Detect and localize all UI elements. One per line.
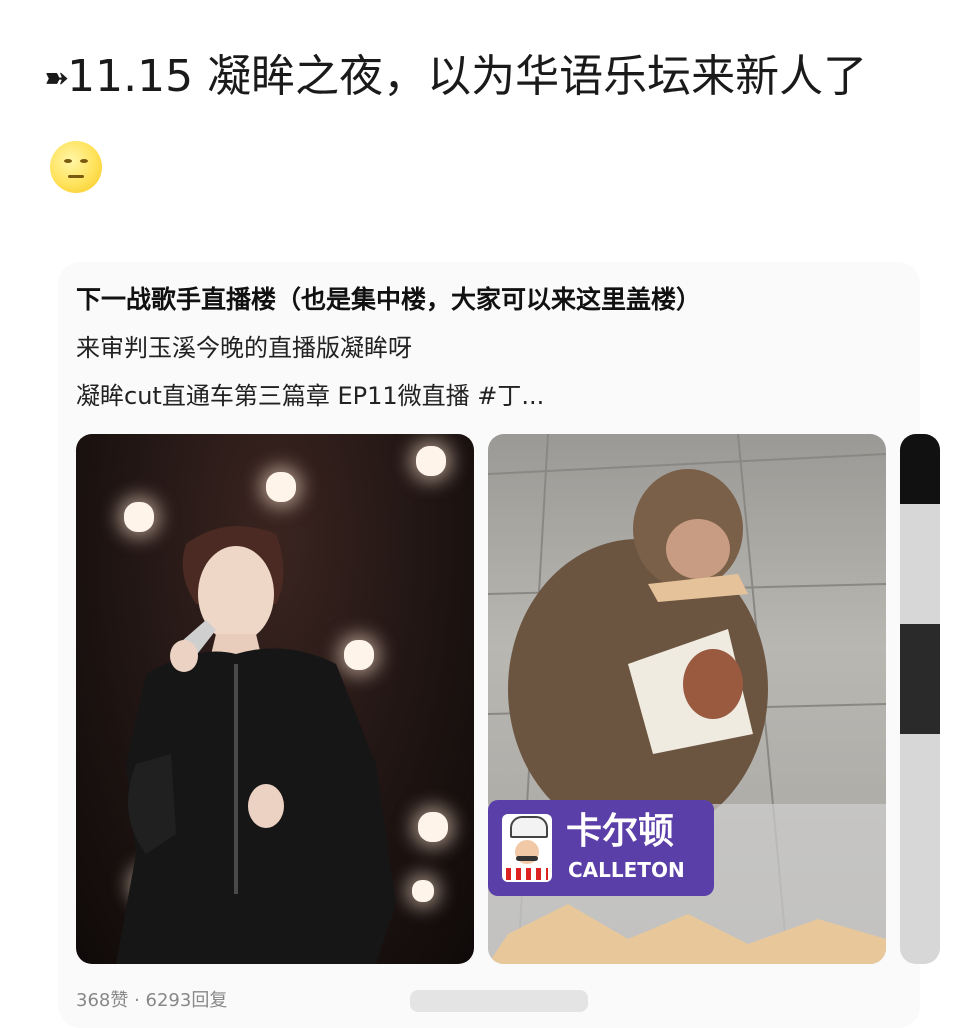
sticker-brand-en: CALLETON: [568, 858, 685, 882]
post-stats: 368赞 · 6293回复: [76, 990, 228, 1011]
post-title[interactable]: 下一战歌手直播楼（也是集中楼，大家可以来这里盖楼）: [76, 282, 701, 318]
post-line-2[interactable]: 凝眸cut直通车第三篇章 EP11微直播 #丁...: [76, 378, 544, 414]
moon-face-emoji-icon: [50, 141, 102, 193]
third-photo-partial[interactable]: [900, 434, 940, 964]
arrow-icon: ➽: [44, 61, 69, 96]
sticker-brand-cn: 卡尔顿: [566, 811, 675, 852]
calleton-sticker: 卡尔顿 CALLETON: [488, 800, 714, 896]
singer-photo[interactable]: [76, 434, 474, 964]
blurred-text: [410, 990, 588, 1012]
post-line-1: 来审判玉溪今晚的直播版凝眸呀: [76, 334, 412, 362]
singer-figure: [116, 526, 396, 964]
chef-logo-icon: [502, 814, 552, 882]
headline-text: 11.15 凝眸之夜，以为华语乐坛来新人了: [67, 51, 868, 102]
headline: ➽11.15 凝眸之夜，以为华语乐坛来新人了: [44, 34, 924, 208]
monkey-photo[interactable]: 卡尔顿 CALLETON: [488, 434, 886, 964]
